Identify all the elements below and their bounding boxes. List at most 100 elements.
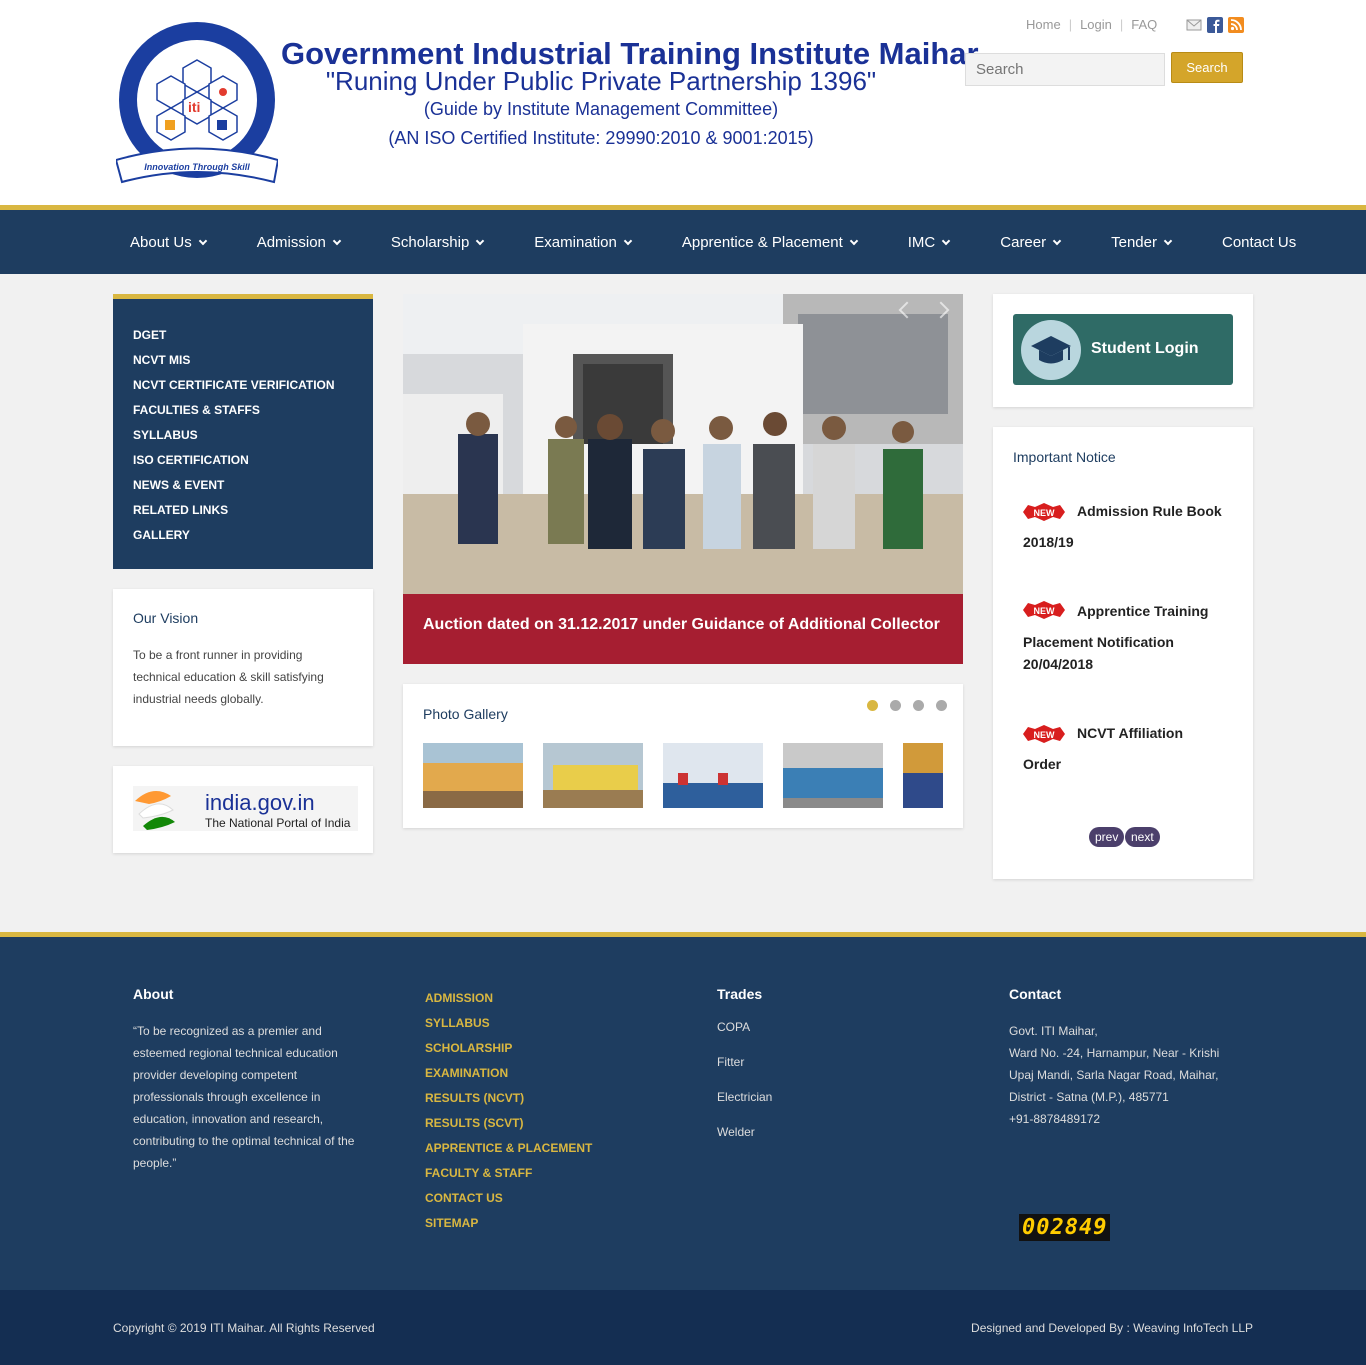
footer-link[interactable]: RESULTS (SCVT) [425, 1114, 592, 1139]
chevron-down-icon [1163, 236, 1173, 245]
notice-line: Apprentice Training [1077, 603, 1209, 619]
home-link[interactable]: Home [1026, 17, 1061, 32]
india-gov-tagline: The National Portal of India [205, 816, 351, 830]
search-input[interactable] [965, 53, 1165, 86]
footer-link[interactable]: CONTACT US [425, 1189, 592, 1214]
nav-imc[interactable]: IMC [891, 234, 951, 251]
nav-admission[interactable]: Admission [240, 234, 342, 251]
side-menu-item[interactable]: NEWS & EVENT [113, 477, 373, 502]
gallery-dot[interactable] [890, 700, 901, 711]
gallery-thumb[interactable] [543, 743, 643, 808]
search-button[interactable]: Search [1171, 52, 1243, 83]
trade-link[interactable]: COPA [717, 1020, 772, 1055]
footer-link[interactable]: ADMISSION [425, 989, 592, 1014]
gallery-thumb[interactable] [663, 743, 763, 808]
footer-link[interactable]: RESULTS (NCVT) [425, 1089, 592, 1114]
site-header: iti Innovation Through Skill Government … [0, 0, 1366, 205]
visitor-counter: 002849 [1019, 1214, 1111, 1241]
side-menu-item[interactable]: DGET [113, 327, 373, 352]
slide-caption: Auction dated on 31.12.2017 under Guidan… [403, 594, 963, 664]
footer-link[interactable]: APPRENTICE & PLACEMENT [425, 1139, 592, 1164]
vision-text: To be a front runner in providing techni… [133, 648, 324, 706]
gallery-dot-active[interactable] [867, 700, 878, 711]
rss-icon[interactable] [1228, 17, 1244, 33]
nav-apprentice-placement[interactable]: Apprentice & Placement [665, 234, 859, 251]
gallery-dot[interactable] [913, 700, 924, 711]
side-menu-item[interactable]: NCVT MIS [113, 352, 373, 377]
nav-examination[interactable]: Examination [517, 234, 633, 251]
footer-about: About “To be recognized as a premier and… [133, 986, 363, 1174]
top-links: Home | Login | FAQ [1026, 17, 1158, 32]
svg-text:NEW: NEW [1034, 606, 1056, 616]
notice-title: Important Notice [1013, 449, 1116, 465]
new-badge-icon: NEW [1023, 601, 1065, 620]
footer-contact: Contact Govt. ITI Maihar, Ward No. -24, … [1009, 986, 1239, 1130]
nav-tender[interactable]: Tender [1094, 234, 1173, 251]
svg-text:NEW: NEW [1034, 508, 1056, 518]
notice-item[interactable]: NEW NCVT Affiliation Order [1023, 718, 1233, 780]
gallery-thumb[interactable] [423, 743, 523, 808]
footer-trades-title: Trades [717, 986, 763, 1002]
svg-text:NEW: NEW [1034, 730, 1056, 740]
nav-career[interactable]: Career [983, 234, 1062, 251]
nav-scholarship[interactable]: Scholarship [374, 234, 485, 251]
chevron-down-icon [476, 236, 485, 245]
notice-line: 2018/19 [1023, 534, 1074, 550]
chevron-down-icon [332, 236, 342, 245]
india-gov-banner[interactable]: india.gov.in The National Portal of Indi… [113, 766, 373, 853]
contact-address: Ward No. -24, Harnampur, Near - Krishi U… [1009, 1046, 1220, 1104]
mail-icon[interactable] [1186, 17, 1202, 33]
trade-link[interactable]: Welder [717, 1125, 772, 1160]
designed-by-text[interactable]: Designed and Developed By : Weaving Info… [971, 1321, 1253, 1335]
side-menu-item[interactable]: FACULTIES & STAFFS [113, 402, 373, 427]
facebook-icon[interactable] [1207, 17, 1223, 33]
student-login-button[interactable]: Student Login [1013, 314, 1233, 385]
nav-about-us[interactable]: About Us [113, 234, 207, 251]
new-badge-icon: NEW [1023, 501, 1065, 522]
footer-link[interactable]: SYLLABUS [425, 1014, 592, 1039]
gallery-thumb[interactable] [783, 743, 883, 808]
faq-link[interactable]: FAQ [1131, 17, 1157, 32]
notice-next-button[interactable]: next [1125, 827, 1160, 847]
footer-about-text: “To be recognized as a premier and estee… [133, 1024, 355, 1170]
trade-link[interactable]: Electrician [717, 1090, 772, 1125]
logo-ribbon-text: Innovation Through Skill [144, 162, 250, 172]
trade-link[interactable]: Fitter [717, 1055, 772, 1090]
side-menu-item[interactable]: RELATED LINKS [113, 502, 373, 527]
notice-item[interactable]: NEW Apprentice Training Placement Notifica… [1023, 596, 1233, 675]
footer-link[interactable]: FACULTY & STAFF [425, 1164, 592, 1189]
gallery-title: Photo Gallery [423, 706, 508, 722]
footer-links: ADMISSION SYLLABUS SCHOLARSHIP EXAMINATI… [425, 989, 592, 1239]
gallery-thumb[interactable] [903, 743, 943, 808]
side-menu-item[interactable]: SYLLABUS [113, 427, 373, 452]
side-menu-item[interactable]: NCVT CERTIFICATE VERIFICATION [113, 377, 373, 402]
chevron-down-icon [849, 236, 859, 245]
footer-link[interactable]: EXAMINATION [425, 1064, 592, 1089]
side-menu-item[interactable]: GALLERY [113, 527, 373, 552]
graduation-cap-icon [1021, 320, 1081, 380]
chevron-down-icon [1052, 236, 1062, 245]
footer-link[interactable]: SITEMAP [425, 1214, 592, 1239]
side-menu-item[interactable]: ISO CERTIFICATION [113, 452, 373, 477]
notice-item[interactable]: NEW Admission Rule Book 2018/19 [1023, 496, 1233, 558]
gallery-dot[interactable] [936, 700, 947, 711]
student-login-label: Student Login [1091, 340, 1199, 357]
social-icons [1186, 17, 1244, 33]
login-link[interactable]: Login [1080, 17, 1112, 32]
chevron-down-icon [623, 236, 633, 245]
iti-maihar-logo[interactable]: iti Innovation Through Skill [116, 22, 278, 188]
photo-gallery-card: Photo Gallery [403, 684, 963, 828]
image-slider: Auction dated on 31.12.2017 under Guidan… [403, 294, 963, 664]
footer-trades: Trades COPA Fitter Electrician Welder [717, 986, 772, 1160]
guide-text: (Guide by Institute Management Committee… [423, 99, 779, 119]
nav-contact-us[interactable]: Contact Us [1205, 234, 1296, 251]
chevron-down-icon [198, 236, 207, 245]
india-gov-name: india.gov.in [205, 790, 315, 815]
notice-prev-button[interactable]: prev [1089, 827, 1125, 847]
vision-card: Our Vision To be a front runner in provi… [113, 589, 373, 746]
notice-line: Placement Notification 20/04/2018 [1023, 634, 1174, 672]
notice-line: Admission Rule Book [1077, 503, 1222, 519]
footer-about-title: About [133, 986, 174, 1002]
footer-link[interactable]: SCHOLARSHIP [425, 1039, 592, 1064]
chevron-down-icon [942, 236, 951, 245]
